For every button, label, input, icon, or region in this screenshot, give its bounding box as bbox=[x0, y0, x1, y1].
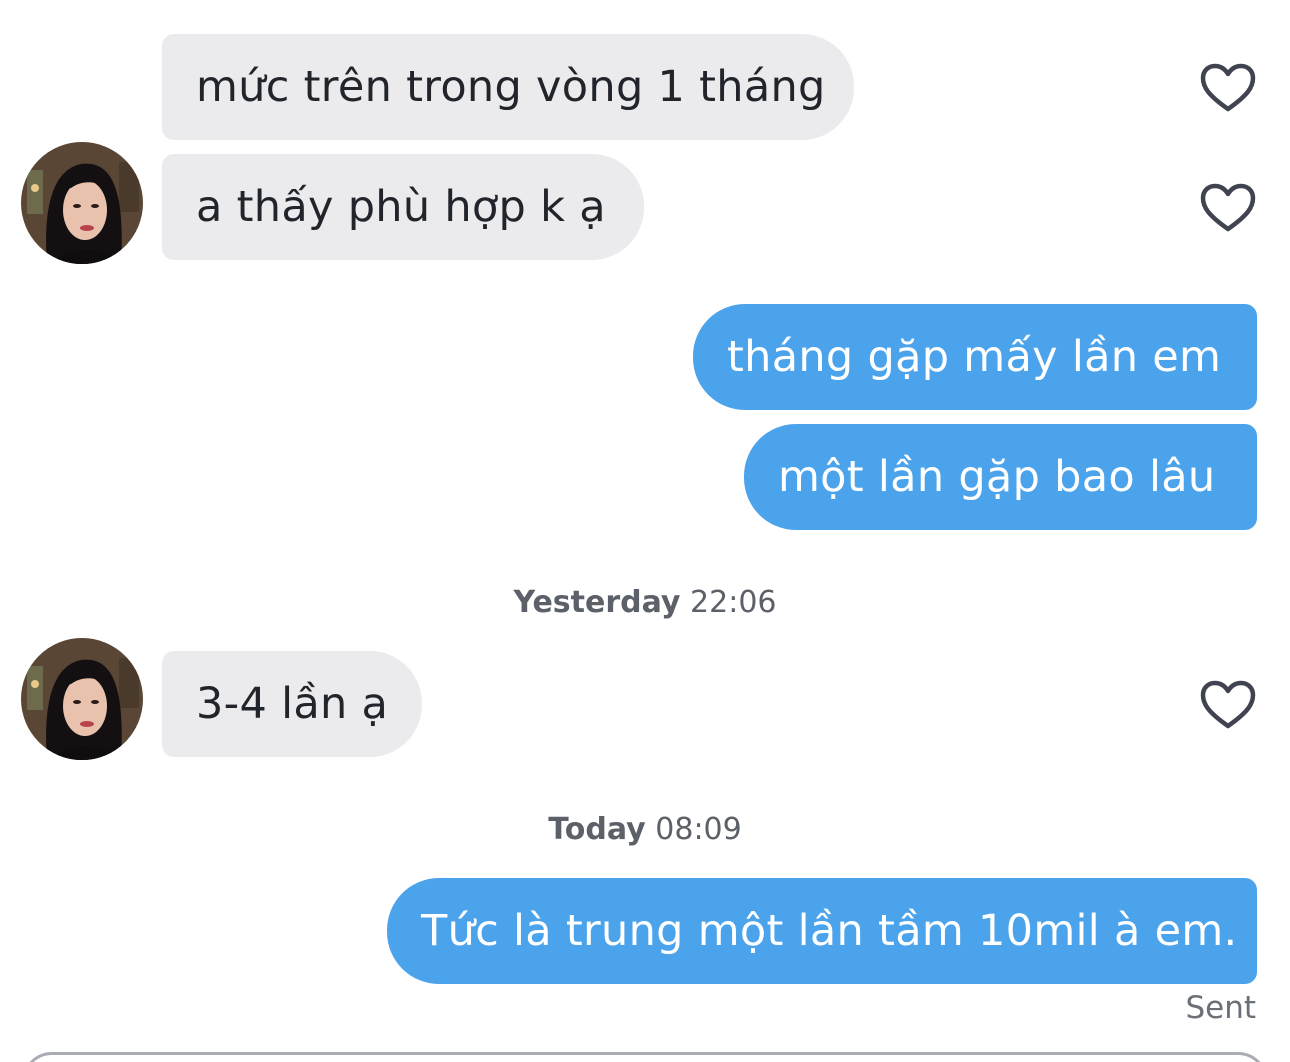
chat-screen: mức trên trong vòng 1 tháng a thấy phù h… bbox=[0, 0, 1290, 1062]
heart-outline-icon[interactable] bbox=[1200, 63, 1256, 113]
sent-status: Sent bbox=[1185, 990, 1256, 1026]
timestamp-day: Yesterday bbox=[513, 585, 681, 620]
incoming-message[interactable]: a thấy phù hợp k ạ bbox=[162, 154, 644, 260]
incoming-message[interactable]: mức trên trong vòng 1 tháng bbox=[162, 34, 854, 140]
message-text: một lần gặp bao lâu bbox=[778, 452, 1216, 502]
timestamp-time: 08:09 bbox=[655, 812, 742, 847]
message-text: mức trên trong vòng 1 tháng bbox=[196, 62, 826, 112]
avatar-photo bbox=[21, 142, 143, 264]
contact-avatar[interactable] bbox=[21, 638, 143, 760]
contact-avatar[interactable] bbox=[21, 142, 143, 264]
message-text: Tức là trung một lần tầm 10mil à em. bbox=[421, 906, 1238, 956]
outgoing-message[interactable]: tháng gặp mấy lần em bbox=[693, 304, 1257, 410]
avatar-photo bbox=[21, 638, 143, 760]
incoming-message[interactable]: 3-4 lần ạ bbox=[162, 651, 422, 757]
timestamp-time: 22:06 bbox=[690, 585, 777, 620]
outgoing-message[interactable]: Tức là trung một lần tầm 10mil à em. bbox=[387, 878, 1257, 984]
outgoing-message[interactable]: một lần gặp bao lâu bbox=[744, 424, 1257, 530]
timestamp-divider: Today 08:09 bbox=[0, 812, 1290, 847]
message-text: 3-4 lần ạ bbox=[196, 679, 389, 729]
timestamp-divider: Yesterday 22:06 bbox=[0, 585, 1290, 620]
message-text: tháng gặp mấy lần em bbox=[727, 332, 1222, 382]
timestamp-day: Today bbox=[548, 812, 646, 847]
message-text: a thấy phù hợp k ạ bbox=[196, 182, 606, 232]
heart-outline-icon[interactable] bbox=[1200, 183, 1256, 233]
message-input[interactable] bbox=[22, 1052, 1268, 1062]
heart-outline-icon[interactable] bbox=[1200, 680, 1256, 730]
